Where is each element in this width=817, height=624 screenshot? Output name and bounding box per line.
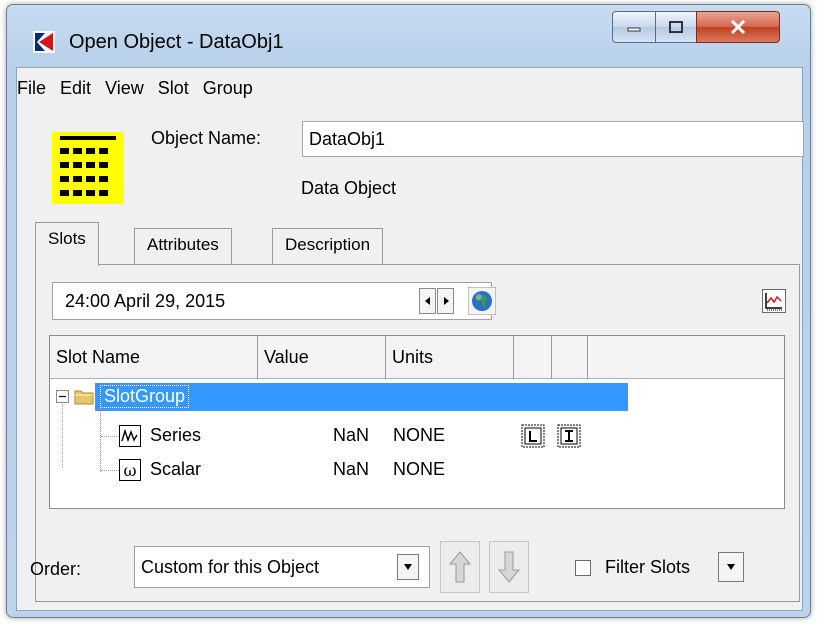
folder-icon	[74, 390, 94, 405]
order-label: Order:	[30, 559, 82, 579]
slot-group-name: SlotGroup	[100, 385, 190, 408]
plot-icon	[765, 293, 782, 311]
slot-grid: Slot Name Value Units SlotGroup Series N…	[49, 335, 785, 509]
plot-button[interactable]	[762, 289, 786, 313]
menu-edit[interactable]: Edit	[53, 74, 98, 102]
timestep-field[interactable]: 24:00 April 29, 2015	[52, 282, 496, 320]
title-bar[interactable]: Open Object - DataObj1	[7, 5, 810, 67]
minimize-button[interactable]	[612, 11, 656, 43]
window-title: Open Object - DataObj1	[69, 31, 284, 53]
data-object-icon	[52, 132, 124, 204]
timestep-forward-button[interactable]	[437, 288, 454, 314]
arrow-right-icon	[443, 297, 449, 305]
object-name-input[interactable]: DataObj1	[302, 121, 804, 157]
svg-text:ω: ω	[123, 461, 136, 480]
chevron-down-icon	[727, 564, 735, 570]
filter-dropdown-button[interactable]	[718, 552, 744, 582]
globe-icon[interactable]	[468, 287, 496, 315]
tab-slots[interactable]: Slots	[35, 222, 99, 266]
menu-bar: File Edit View Slot Group	[17, 74, 260, 102]
move-down-button[interactable]	[489, 541, 529, 593]
move-up-button[interactable]	[440, 541, 480, 593]
arrow-down-icon	[497, 551, 521, 583]
tab-description[interactable]: Description	[272, 228, 384, 264]
window-client: File Edit View Slot Group Object Name: D…	[16, 67, 804, 611]
order-value: Custom for this Object	[141, 557, 320, 577]
menu-group[interactable]: Group	[196, 74, 260, 102]
column-header-flag-2[interactable]	[552, 336, 588, 379]
minimize-icon	[627, 27, 641, 32]
filter-slots-label[interactable]: Filter Slots	[605, 557, 690, 578]
menu-slot[interactable]: Slot	[151, 74, 196, 102]
slot-flag-l-icon[interactable]	[521, 424, 545, 448]
column-header-value[interactable]: Value	[258, 336, 386, 379]
tree-connector	[101, 436, 119, 437]
order-select[interactable]: Custom for this Object	[134, 546, 430, 588]
maximize-icon	[669, 21, 683, 33]
slot-units-scalar: NONE	[393, 459, 446, 479]
close-button[interactable]	[696, 11, 780, 43]
object-type-label: Data Object	[301, 178, 397, 198]
app-logo-icon	[33, 31, 55, 53]
column-header-flag-1[interactable]	[514, 336, 552, 379]
maximize-button[interactable]	[655, 11, 697, 43]
tree-connector	[101, 470, 119, 471]
arrow-left-icon	[424, 297, 430, 305]
order-dropdown-button[interactable]	[397, 554, 419, 580]
menu-file[interactable]: File	[17, 74, 53, 102]
menu-view[interactable]: View	[98, 74, 151, 102]
object-name-label: Object Name:	[151, 128, 262, 148]
tree-connector	[100, 408, 101, 472]
timestep-value: 24:00 April 29, 2015	[65, 291, 226, 311]
slot-name-series[interactable]: Series	[150, 425, 201, 446]
slot-name-scalar[interactable]: Scalar	[150, 459, 201, 480]
timestep-back-button[interactable]	[419, 288, 436, 314]
collapse-icon[interactable]	[56, 390, 69, 403]
slot-value-scalar: NaN	[333, 459, 370, 479]
series-slot-icon	[119, 425, 141, 447]
arrow-up-icon	[448, 551, 472, 583]
slot-value-series: NaN	[333, 425, 370, 445]
scalar-slot-icon: ω	[119, 459, 141, 481]
chevron-down-icon	[404, 564, 412, 570]
filter-slots-checkbox[interactable]	[575, 560, 591, 576]
close-icon	[730, 19, 746, 35]
slot-units-series: NONE	[393, 425, 446, 445]
tab-attributes[interactable]: Attributes	[134, 228, 232, 264]
column-header-units[interactable]: Units	[386, 336, 514, 379]
column-header-filler	[588, 336, 784, 379]
column-header-slot-name[interactable]: Slot Name	[50, 336, 258, 379]
open-object-window: Open Object - DataObj1 File Edit View Sl…	[6, 4, 811, 618]
slot-flag-i-icon[interactable]	[557, 424, 581, 448]
